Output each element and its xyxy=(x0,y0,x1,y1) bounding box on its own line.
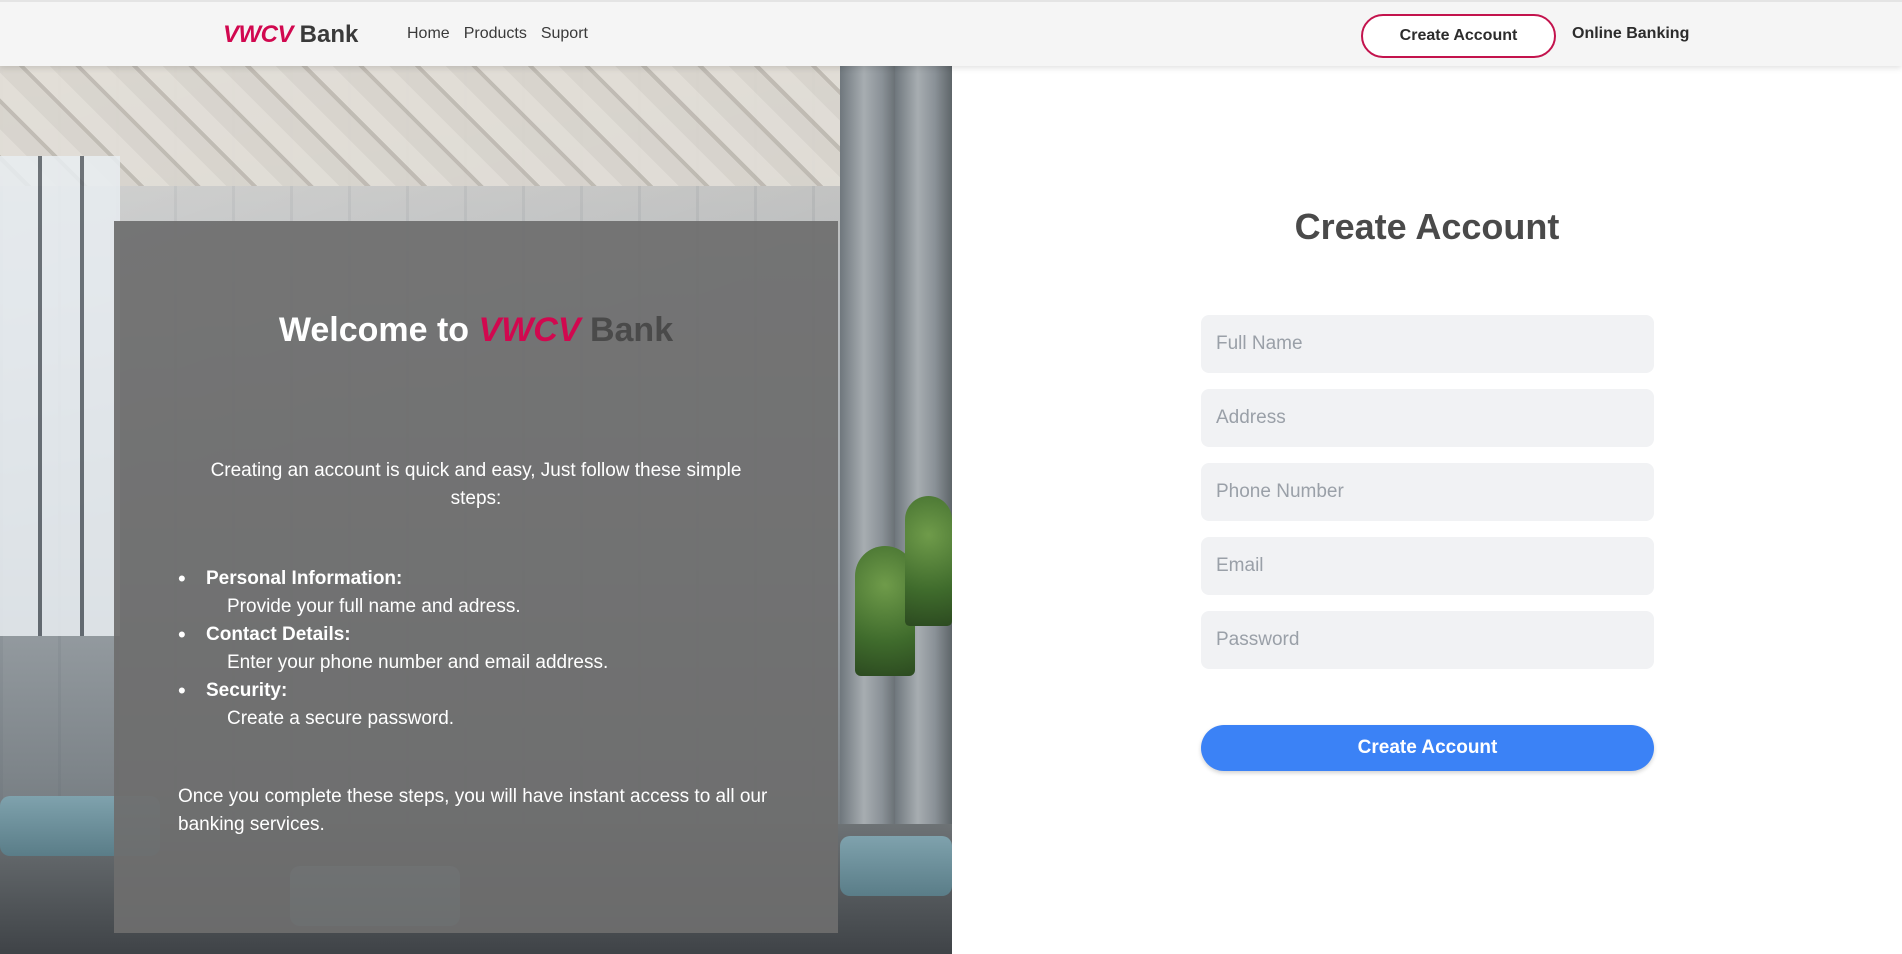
step-desc: Create a secure password. xyxy=(227,708,455,729)
welcome-title-brand: VWCV xyxy=(478,311,581,349)
welcome-card: Welcome to VWCV Bank Creating an account… xyxy=(114,221,838,933)
logo-bank: Bank xyxy=(299,21,359,48)
list-item: Security: Create a secure password. xyxy=(178,677,778,733)
nav-link-support[interactable]: Suport xyxy=(541,25,588,43)
password-field[interactable] xyxy=(1201,611,1654,669)
step-title: Contact Details: xyxy=(206,624,351,645)
navbar: VWCV Bank Home Products Suport Create Ac… xyxy=(0,0,1902,66)
nav-link-products[interactable]: Products xyxy=(464,25,527,43)
steps-list: Personal Information: Provide your full … xyxy=(178,565,778,733)
nav-links: Home Products Suport xyxy=(407,25,588,43)
hero-panel: Welcome to VWCV Bank Creating an account… xyxy=(0,66,952,954)
nav-online-banking-link[interactable]: Online Banking xyxy=(1572,25,1689,43)
full-name-field[interactable] xyxy=(1201,315,1654,373)
list-item: Personal Information: Provide your full … xyxy=(178,565,778,621)
form-title: Create Account xyxy=(1294,206,1560,247)
email-field[interactable] xyxy=(1201,537,1654,595)
nav-create-account-button[interactable]: Create Account xyxy=(1361,14,1556,58)
welcome-title-bank: Bank xyxy=(589,311,674,349)
step-desc: Enter your phone number and email addres… xyxy=(227,652,609,673)
welcome-intro: Creating an account is quick and easy, J… xyxy=(210,460,742,509)
step-title: Security: xyxy=(206,680,288,701)
welcome-title-prefix: Welcome to xyxy=(278,311,470,349)
list-item: Contact Details: Enter your phone number… xyxy=(178,621,778,677)
logo[interactable]: VWCV Bank xyxy=(223,21,358,49)
phone-field[interactable] xyxy=(1201,463,1654,521)
address-field[interactable] xyxy=(1201,389,1654,447)
logo-brand: VWCV xyxy=(223,21,294,48)
step-desc: Provide your full name and adress. xyxy=(227,596,521,617)
welcome-outro: Once you complete these steps, you will … xyxy=(178,786,768,835)
welcome-title: Welcome to VWCV Bank xyxy=(114,311,838,350)
hero-ceiling xyxy=(0,66,952,186)
nav-link-home[interactable]: Home xyxy=(407,25,450,43)
create-account-submit-button[interactable]: Create Account xyxy=(1201,725,1654,771)
step-title: Personal Information: xyxy=(206,568,403,589)
hero-pillar xyxy=(840,66,900,954)
hero-windows xyxy=(0,156,120,636)
hero-plant xyxy=(905,496,952,626)
hero-sofa xyxy=(840,836,952,896)
